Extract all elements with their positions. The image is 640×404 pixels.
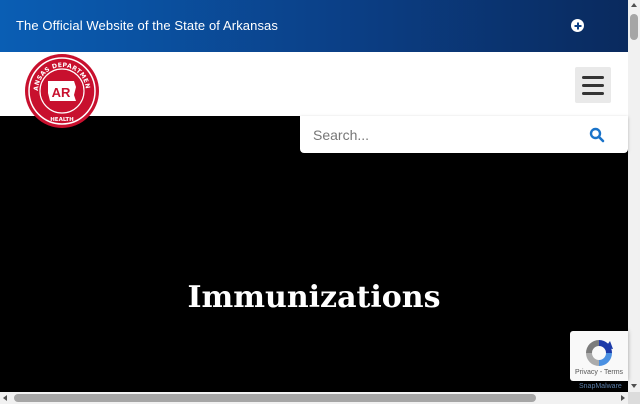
scrollbar-corner [628, 392, 640, 404]
menu-bar [582, 83, 604, 87]
vertical-scrollbar-thumb[interactable] [630, 14, 638, 40]
adh-logo[interactable]: ARKANSAS DEPARTMENT OF AR HEALTH [24, 53, 100, 129]
state-banner-text: The Official Website of the State of Ark… [16, 18, 278, 33]
scroll-left-arrow-icon[interactable] [3, 395, 7, 401]
horizontal-scrollbar-thumb[interactable] [14, 394, 536, 402]
recaptcha-badge[interactable]: Privacy - Terms [570, 331, 628, 381]
scroll-right-arrow-icon[interactable] [621, 395, 625, 401]
search-icon[interactable] [587, 125, 607, 145]
search-input[interactable] [300, 116, 580, 153]
hamburger-icon[interactable] [575, 67, 611, 103]
state-banner: The Official Website of the State of Ark… [0, 0, 628, 52]
vertical-scrollbar[interactable] [628, 0, 640, 392]
site-header: ARKANSAS DEPARTMENT OF AR HEALTH [0, 52, 628, 128]
search-panel [300, 116, 628, 153]
menu-bar [582, 75, 604, 79]
hero-banner: Immunizations [0, 116, 628, 392]
watermark: SnapMalware [579, 383, 622, 390]
plus-circle-icon[interactable] [571, 19, 584, 32]
page-title: Immunizations [187, 280, 441, 315]
scroll-up-arrow-icon[interactable] [631, 3, 637, 7]
logo-bottom-text: HEALTH [50, 117, 74, 123]
logo-center-text: AR [52, 85, 71, 100]
menu-bar [582, 91, 604, 95]
horizontal-scrollbar[interactable] [0, 392, 640, 404]
recaptcha-links[interactable]: Privacy - Terms [570, 369, 628, 376]
scroll-down-arrow-icon[interactable] [631, 384, 637, 388]
recaptcha-icon [586, 340, 613, 366]
